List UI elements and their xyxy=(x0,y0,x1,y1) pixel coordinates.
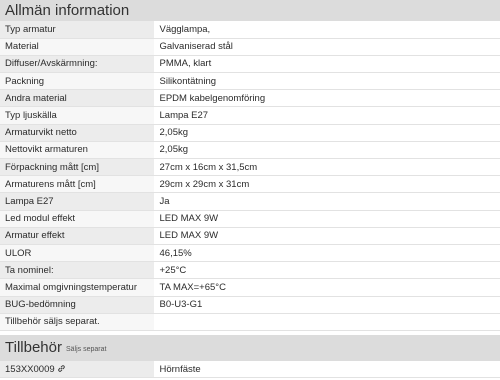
spec-label: Tillbehör säljs separat. xyxy=(0,313,155,331)
spec-row: BUG-bedömning B0-U3-G1 xyxy=(0,296,500,314)
spec-label: Lampa E27 xyxy=(0,192,155,211)
general-information-table: Typ armatur Vägglampa, Material Galvanisera… xyxy=(0,21,500,331)
spec-label: Andra material xyxy=(0,89,155,108)
spec-value xyxy=(154,313,500,331)
spec-label: Ta nominel: xyxy=(0,261,155,280)
spec-row: Maximal omgivningstemperatur TA MAX=+65°C xyxy=(0,278,500,297)
spec-label: Armaturens mått [cm] xyxy=(0,175,155,194)
general-information-title: Allmän information xyxy=(5,2,130,19)
spec-value: Silikontätning xyxy=(154,72,500,91)
spec-row: Andra material EPDM kabelgenomföring xyxy=(0,89,500,108)
spec-value: B0-U3-G1 xyxy=(154,296,500,314)
spec-label: BUG-bedömning xyxy=(0,296,155,314)
spec-label: Typ ljuskälla xyxy=(0,106,155,125)
spec-value: LED MAX 9W xyxy=(154,210,500,228)
accessories-subtitle: Säljs separat xyxy=(65,345,107,353)
spec-value: PMMA, klart xyxy=(154,55,500,74)
spec-label: Diffuser/Avskärmning: xyxy=(0,55,155,74)
spec-label: Nettovikt armaturen xyxy=(0,141,155,160)
spec-value: TA MAX=+65°C xyxy=(154,278,500,297)
spec-value: Ja xyxy=(154,192,500,211)
accessory-code: 153XX0009 xyxy=(5,363,55,375)
spec-row: Material Galvaniserad stål xyxy=(0,38,500,56)
accessory-name: Hörnfäste xyxy=(154,360,500,379)
spec-label: Maximal omgivningstemperatur xyxy=(0,278,155,297)
spec-label: ULOR xyxy=(0,244,155,263)
spec-value: Galvaniserad stål xyxy=(154,38,500,56)
spec-value: +25°C xyxy=(154,261,500,280)
accessories-header: Tillbehör Säljs separat xyxy=(0,334,500,361)
spec-label: Led modul effekt xyxy=(0,210,155,228)
spec-value: 29cm x 29cm x 31cm xyxy=(154,175,500,194)
spec-label: Armatur effekt xyxy=(0,227,155,245)
spec-row: Lampa E27 Ja xyxy=(0,192,500,211)
spec-row: Förpackning mått [cm] 27cm x 16cm x 31,5c… xyxy=(0,158,500,177)
spec-label: Typ armatur xyxy=(0,21,155,39)
spec-row: Ta nominel: +25°C xyxy=(0,261,500,280)
spec-row: ULOR 46,15% xyxy=(0,244,500,263)
accessory-code-cell: 153XX0009 xyxy=(0,360,155,379)
accessory-row: 153XX0009 Hörnfäste xyxy=(0,360,500,379)
spec-label: Armaturvikt netto xyxy=(0,124,155,142)
spec-value: 27cm x 16cm x 31,5cm xyxy=(154,158,500,177)
spec-row: Typ ljuskälla Lampa E27 xyxy=(0,106,500,125)
spec-value: 2,05kg xyxy=(154,124,500,142)
spec-value: Vägglampa, xyxy=(154,21,500,39)
spec-row: Nettovikt armaturen 2,05kg xyxy=(0,141,500,160)
spec-value: 2,05kg xyxy=(154,141,500,160)
spec-row: Tillbehör säljs separat. xyxy=(0,313,500,331)
spec-row: Armatur effekt LED MAX 9W xyxy=(0,227,500,245)
accessories-title: Tillbehör xyxy=(5,339,62,357)
spec-row: Led modul effekt LED MAX 9W xyxy=(0,210,500,228)
spec-value: EPDM kabelgenomföring xyxy=(154,89,500,108)
spec-row: Typ armatur Vägglampa, xyxy=(0,21,500,39)
accessories-table: 153XX0009 Hörnfäste xyxy=(0,360,500,379)
spec-row: Packning Silikontätning xyxy=(0,72,500,91)
link-icon[interactable] xyxy=(57,364,66,373)
spec-value: LED MAX 9W xyxy=(154,227,500,245)
spec-row: Armaturens mått [cm] 29cm x 29cm x 31cm xyxy=(0,175,500,194)
spec-value: 46,15% xyxy=(154,244,500,263)
spec-label: Förpackning mått [cm] xyxy=(0,158,155,177)
spec-label: Packning xyxy=(0,72,155,91)
spec-value: Lampa E27 xyxy=(154,106,500,125)
spec-row: Diffuser/Avskärmning: PMMA, klart xyxy=(0,55,500,74)
general-information-header: Allmän information xyxy=(0,0,500,21)
spec-label: Material xyxy=(0,38,155,56)
spec-row: Armaturvikt netto 2,05kg xyxy=(0,124,500,142)
